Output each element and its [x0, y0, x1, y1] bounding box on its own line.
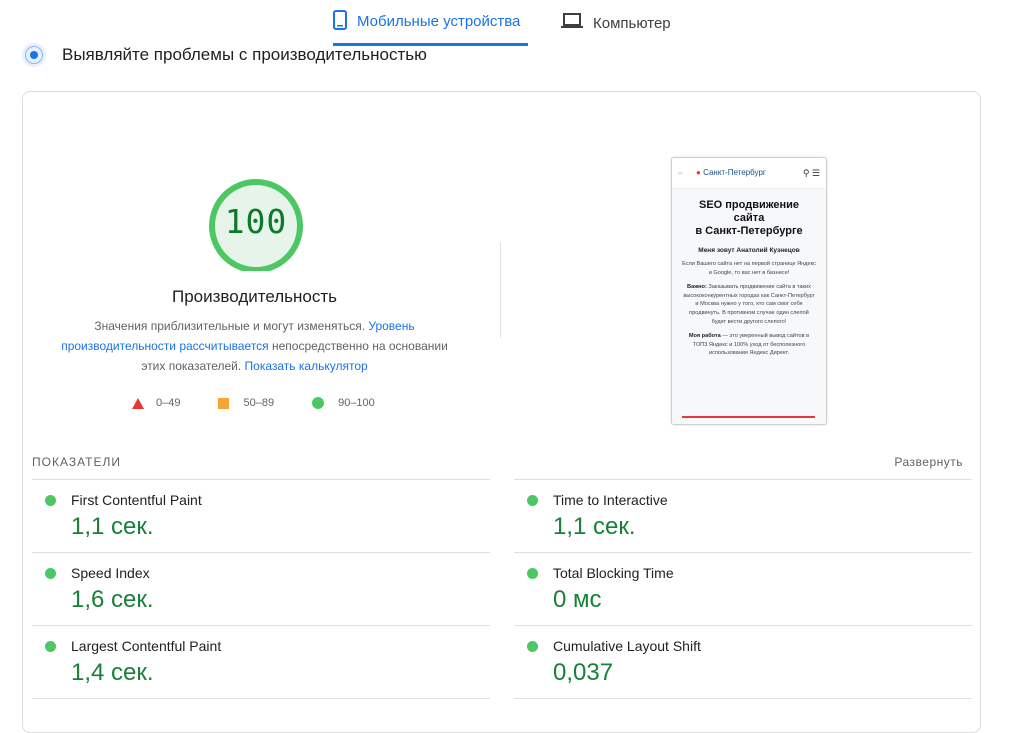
red-triangle-icon: [132, 397, 144, 409]
device-tabs: Мобильные устройства Компьютер: [0, 0, 1024, 47]
site-red-bar: [682, 416, 815, 418]
green-circle-icon: [312, 397, 325, 409]
metrics-heading: ПОКАЗАТЕЛИ: [32, 455, 121, 469]
section-title: Выявляйте проблемы с производительностью: [62, 45, 427, 64]
site-paragraph-3: Моя работа — это уверенный вывод сайтов …: [682, 332, 816, 358]
site-heading: SEO продвижение сайта в Санкт-Петербурге: [682, 199, 816, 238]
site-paragraph-1: Если Вашего сайта нет на первой странице…: [682, 261, 816, 276]
page-screenshot[interactable]: ▯▯▯ ● Санкт-Петербург ⚲ ☰ SEO продвижени…: [671, 157, 827, 425]
metric-cumulative-layout-shift: Cumulative Layout Shift 0,037: [514, 625, 972, 698]
legend-average: 50–89: [218, 397, 274, 409]
metric-label: First Contentful Paint: [71, 492, 202, 508]
tab-mobile-label: Мобильные устройства: [357, 13, 521, 30]
metric-divider: [32, 698, 490, 700]
tab-desktop[interactable]: Компьютер: [561, 0, 721, 46]
green-circle-icon: [45, 568, 56, 579]
metric-label: Cumulative Layout Shift: [553, 638, 701, 654]
location-pin-icon: ●: [696, 168, 701, 177]
green-circle-icon: [527, 568, 538, 579]
show-calculator-link[interactable]: Показать калькулятор: [245, 359, 368, 373]
green-circle-icon: [527, 641, 538, 652]
metric-value: 1,4 сек.: [71, 659, 154, 686]
laptop-icon: [561, 13, 583, 33]
site-tools: ⚲ ☰: [803, 168, 820, 179]
site-heading-line2: сайта: [733, 212, 765, 224]
legend-pass: 90–100: [312, 397, 375, 409]
site-author: Меня зовут Анатолий Кузнецов: [698, 247, 800, 254]
metric-time-to-interactive: Time to Interactive 1,1 сек.: [514, 479, 972, 552]
metric-value: 1,1 сек.: [71, 513, 154, 540]
site-heading-line3: в Санкт-Петербурге: [695, 225, 803, 237]
metric-label: Largest Contentful Paint: [71, 638, 222, 654]
metric-value: 0,037: [553, 659, 614, 686]
site-heading-line1: SEO продвижение: [698, 199, 800, 211]
performance-description: Значения приблизительные и могут изменят…: [53, 316, 456, 376]
score-legend: 0–49 50–89 90–100: [132, 397, 413, 409]
legend-average-label: 50–89: [243, 397, 275, 409]
site-city: ● Санкт-Петербург: [696, 169, 766, 177]
vertical-divider: [500, 242, 501, 338]
site-paragraph-2-text: Заказывать продвижение сайта в таких выс…: [683, 284, 815, 325]
screenshot-header: ▯▯▯ ● Санкт-Петербург ⚲ ☰: [672, 158, 826, 189]
metrics-header: ПОКАЗАТЕЛИ Развернуть: [32, 455, 963, 469]
metric-first-contentful-paint: First Contentful Paint 1,1 сек.: [32, 479, 490, 552]
orange-square-icon: [218, 397, 230, 409]
menu-icon: ☰: [811, 167, 820, 178]
metric-value: 1,1 сек.: [553, 513, 636, 540]
green-circle-icon: [527, 495, 538, 506]
green-circle-icon: [45, 495, 56, 506]
desc-text-1: Значения приблизительные и могут изменят…: [94, 319, 369, 333]
metric-total-blocking-time: Total Blocking Time 0 мс: [514, 552, 972, 625]
screenshot-body: SEO продвижение сайта в Санкт-Петербурге…: [672, 189, 826, 424]
performance-title: Производительность: [171, 287, 337, 306]
smartphone-icon: [333, 9, 347, 34]
tab-mobile[interactable]: Мобильные устройства: [333, 0, 528, 46]
legend-pass-label: 90–100: [338, 397, 375, 409]
metric-label: Total Blocking Time: [553, 565, 674, 581]
metric-label: Time to Interactive: [553, 492, 668, 508]
metric-value: 0 мс: [553, 586, 602, 613]
site-logo: ▯▯▯: [678, 171, 683, 175]
report-card: 100 Производительность Значения приблизи…: [22, 91, 981, 733]
legend-fail-label: 0–49: [156, 397, 181, 409]
site-city-label: Санкт-Петербург: [703, 168, 766, 177]
metric-largest-contentful-paint: Largest Contentful Paint 1,4 сек.: [32, 625, 490, 698]
site-paragraph-3-bold: Моя работа: [688, 333, 721, 340]
performance-score: 100: [224, 202, 288, 241]
metric-value: 1,6 сек.: [71, 586, 154, 613]
metric-speed-index: Speed Index 1,6 сек.: [32, 552, 490, 625]
metric-divider: [514, 698, 972, 700]
expand-button[interactable]: Развернуть: [894, 455, 963, 469]
metric-label: Speed Index: [71, 565, 150, 581]
tab-desktop-label: Компьютер: [593, 14, 671, 32]
search-icon: ⚲: [802, 167, 810, 178]
site-paragraph-2: Важно: Заказывать продвижение сайта в та…: [682, 283, 816, 326]
green-circle-icon: [45, 641, 56, 652]
legend-fail: 0–49: [132, 397, 180, 409]
diagnostics-icon: [22, 43, 46, 67]
section-header: Выявляйте проблемы с производительностью: [22, 43, 427, 67]
site-paragraph-2-bold: Важно:: [687, 284, 707, 291]
